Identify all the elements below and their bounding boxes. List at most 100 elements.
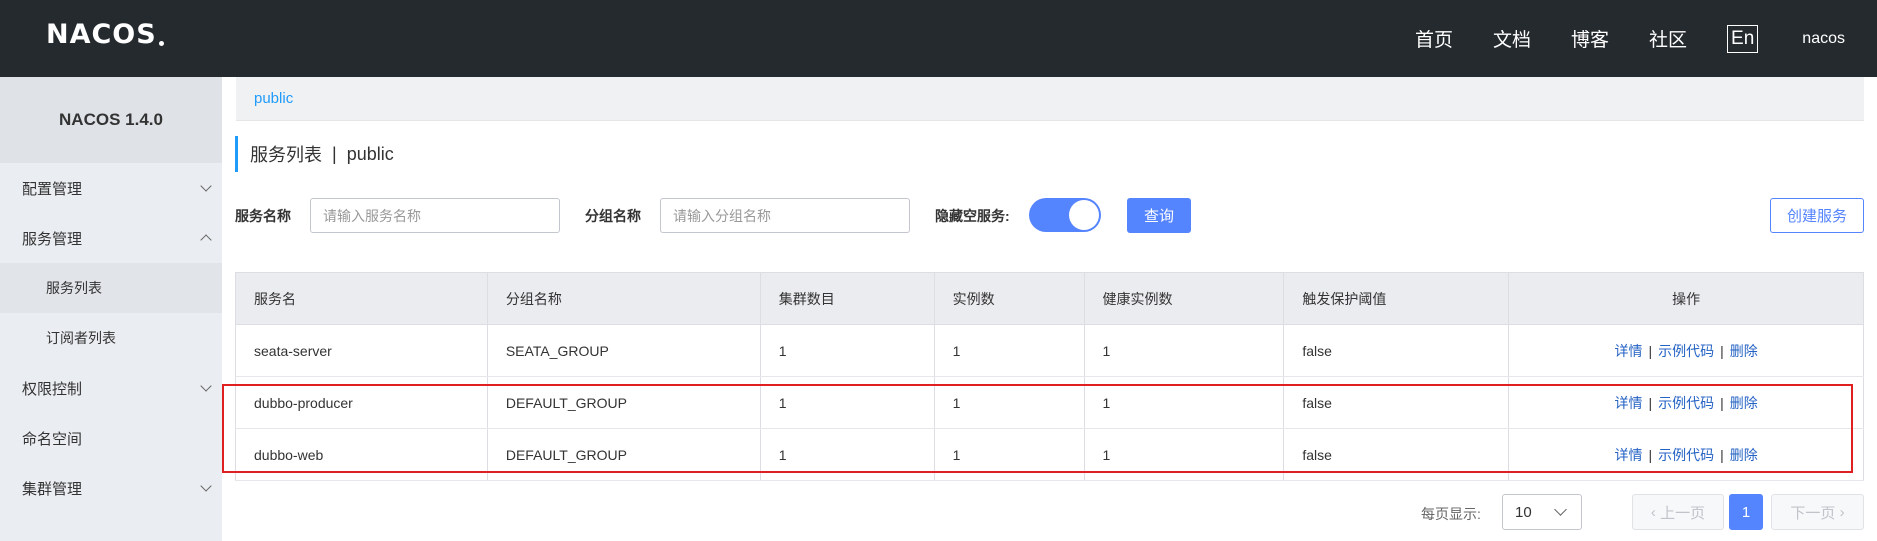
detail-link[interactable]: 详情 [1614, 447, 1642, 463]
cell-instance-count: 1 [934, 428, 1085, 481]
op-separator: | [1720, 394, 1724, 411]
op-separator: | [1648, 446, 1653, 463]
sidebar-item-subscriber-list[interactable]: 订阅者列表 [0, 313, 222, 363]
create-service-button[interactable]: 创建服务 [1770, 198, 1864, 233]
sidebar-item-cluster[interactable]: 集群管理 [0, 463, 222, 513]
table-row: dubbo-producer DEFAULT_GROUP 1 1 1 false… [235, 376, 1864, 429]
cell-service-name: dubbo-web [235, 428, 488, 481]
page-title: 服务列表 | public [235, 136, 394, 172]
logo-dot-icon [158, 40, 164, 46]
detail-link[interactable]: 详情 [1614, 395, 1642, 411]
logo-text: NACOS [46, 18, 157, 50]
sidebar-item-label: 服务管理 [22, 230, 83, 248]
page-size-value: 10 [1515, 503, 1532, 521]
cell-cluster-count: 1 [760, 376, 935, 429]
col-service-name: 服务名 [235, 272, 488, 325]
cell-healthy-count: 1 [1084, 376, 1285, 429]
group-name-label: 分组名称 [585, 208, 641, 224]
sample-code-link[interactable]: 示例代码 [1658, 395, 1714, 411]
chevron-down-icon [1554, 503, 1567, 516]
nacos-logo[interactable]: NACOS [46, 18, 164, 50]
sample-code-link[interactable]: 示例代码 [1658, 343, 1714, 359]
sidebar-item-auth[interactable]: 权限控制 [0, 363, 222, 413]
service-table: 服务名 分组名称 集群数目 实例数 健康实例数 触发保护阈值 操作 seata-… [235, 272, 1864, 481]
page-size-label: 每页显示: [1421, 506, 1481, 522]
sidebar-item-config[interactable]: 配置管理 [0, 163, 222, 213]
sample-code-link[interactable]: 示例代码 [1658, 447, 1714, 463]
nav-docs[interactable]: 文档 [1493, 25, 1531, 52]
cell-protect-threshold: false [1283, 376, 1510, 429]
service-name-label: 服务名称 [235, 208, 291, 224]
page-title-namespace: public [346, 143, 394, 164]
detail-link[interactable]: 详情 [1614, 343, 1642, 359]
hide-empty-toggle[interactable] [1029, 198, 1101, 232]
delete-link[interactable]: 删除 [1730, 447, 1758, 463]
chevron-down-icon [200, 379, 212, 392]
op-separator: | [1648, 342, 1653, 359]
cell-instance-count: 1 [934, 376, 1085, 429]
col-operations: 操作 [1508, 272, 1864, 325]
cell-instance-count: 1 [934, 324, 1085, 377]
chevron-right-icon: › [1835, 503, 1845, 521]
top-navbar: NACOS 首页 文档 博客 社区 En nacos [0, 0, 1877, 77]
group-name-input[interactable] [660, 198, 910, 233]
op-separator: | [1720, 342, 1724, 359]
page-title-text: 服务列表 [250, 145, 322, 165]
prev-page-label: 上一页 [1660, 504, 1706, 522]
sidebar-item-label: 集群管理 [22, 480, 83, 498]
delete-link[interactable]: 删除 [1730, 343, 1758, 359]
table-row: dubbo-web DEFAULT_GROUP 1 1 1 false 详情 | 示… [235, 428, 1864, 481]
nav-home[interactable]: 首页 [1415, 25, 1453, 52]
user-name[interactable]: nacos [1802, 30, 1845, 48]
service-name-input[interactable] [310, 198, 560, 233]
col-instance-count: 实例数 [933, 272, 1085, 325]
toggle-knob [1069, 200, 1099, 230]
nav-community[interactable]: 社区 [1649, 25, 1687, 52]
sidebar-item-service-list[interactable]: 服务列表 [0, 263, 222, 313]
sidebar-item-label: 命名空间 [22, 430, 83, 448]
sidebar-item-namespace[interactable]: 命名空间 [0, 413, 222, 463]
top-nav: 首页 文档 博客 社区 En nacos [1415, 0, 1877, 77]
query-button[interactable]: 查询 [1127, 198, 1191, 233]
cell-operations: 详情 | 示例代码 | 删除 [1508, 376, 1864, 429]
current-page-button[interactable]: 1 [1729, 494, 1763, 530]
sidebar-title: NACOS 1.4.0 [0, 77, 222, 163]
col-healthy-count: 健康实例数 [1083, 272, 1285, 325]
table-row: seata-server SEATA_GROUP 1 1 1 false 详情 |… [235, 324, 1864, 377]
op-separator: | [1720, 446, 1724, 463]
next-page-button[interactable]: 下一页 › [1771, 494, 1864, 530]
sidebar: NACOS 1.4.0 配置管理 服务管理 服务列表 订阅者列表 权限控制 命名… [0, 77, 222, 541]
cell-service-name: seata-server [235, 324, 488, 377]
table-header-row: 服务名 分组名称 集群数目 实例数 健康实例数 触发保护阈值 操作 [235, 272, 1864, 325]
cell-healthy-count: 1 [1084, 428, 1285, 481]
cell-group-name: DEFAULT_GROUP [487, 376, 761, 429]
cell-group-name: SEATA_GROUP [487, 324, 761, 377]
col-cluster-count: 集群数目 [759, 272, 935, 325]
cell-protect-threshold: false [1283, 324, 1510, 377]
cell-protect-threshold: false [1283, 428, 1510, 481]
breadcrumb-namespace[interactable]: public [254, 90, 293, 107]
filter-bar: 服务名称 分组名称 隐藏空服务: 查询 创建服务 [235, 198, 1865, 234]
cell-operations: 详情 | 示例代码 | 删除 [1508, 324, 1864, 377]
delete-link[interactable]: 删除 [1730, 395, 1758, 411]
chevron-down-icon [200, 479, 212, 492]
sidebar-item-label: 配置管理 [22, 180, 83, 198]
cell-group-name: DEFAULT_GROUP [487, 428, 761, 481]
prev-page-button[interactable]: ‹ 上一页 [1632, 494, 1724, 530]
sidebar-item-service[interactable]: 服务管理 [0, 213, 222, 263]
breadcrumb: public [236, 77, 1864, 121]
col-group-name: 分组名称 [486, 272, 761, 325]
cell-cluster-count: 1 [760, 324, 935, 377]
op-separator: | [1648, 394, 1653, 411]
next-page-label: 下一页 [1790, 504, 1836, 522]
cell-operations: 详情 | 示例代码 | 删除 [1508, 428, 1864, 481]
chevron-up-icon [200, 234, 212, 246]
chevron-left-icon: ‹ [1650, 503, 1661, 521]
cell-healthy-count: 1 [1084, 324, 1285, 377]
col-protect-threshold: 触发保护阈值 [1283, 272, 1510, 325]
sidebar-item-label: 权限控制 [22, 380, 83, 398]
chevron-down-icon [200, 179, 212, 192]
nav-blog[interactable]: 博客 [1571, 25, 1609, 52]
page-size-select[interactable]: 10 [1502, 494, 1582, 530]
language-switch[interactable]: En [1727, 24, 1759, 53]
